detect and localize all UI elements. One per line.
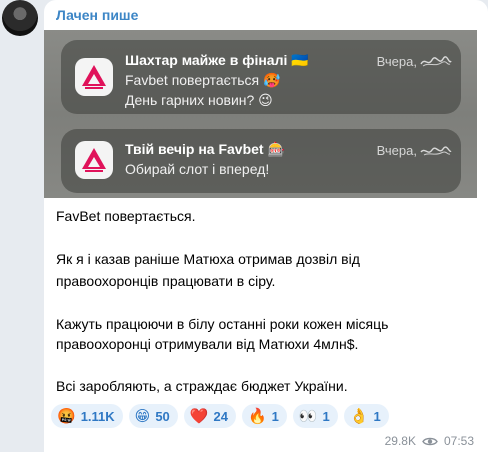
message-text-line: Всі заробляють, а страждає бюджет Україн…	[56, 378, 348, 394]
reaction-fire[interactable]: 🔥 1	[241, 404, 287, 428]
views-count: 29.8K	[384, 434, 416, 448]
reaction-count: 1	[322, 408, 330, 424]
message-photo[interactable]: Шахтар майже в фіналі 🇺🇦 Favbet повертає…	[44, 30, 477, 198]
reaction-heart[interactable]: ❤️ 24	[183, 404, 236, 428]
angry-face-icon: 🤬	[57, 407, 76, 425]
notification-line: Обирай слот і вперед!	[125, 161, 270, 177]
notification-card: Шахтар майже в фіналі 🇺🇦 Favbet повертає…	[61, 40, 461, 114]
notification-card: Твій вечір на Favbet 🎰 Обирай слот і впе…	[61, 129, 461, 193]
message-meta: 29.8K 07:53	[385, 434, 474, 448]
notification-title: Твій вечір на Favbet 🎰	[125, 141, 285, 157]
favbet-app-icon	[75, 141, 113, 179]
reaction-angry[interactable]: 🤬 1.11K	[51, 404, 123, 428]
message-text-line: правоохоронців працювати в сіру.	[56, 273, 276, 289]
favbet-app-icon	[75, 58, 113, 96]
message-text-line: правоохоронці отримували від Матюхи 4млн…	[56, 336, 359, 352]
scribble-redaction	[420, 56, 452, 67]
notification-time: Вчера,	[376, 54, 417, 69]
reaction-eyes[interactable]: 👀 1	[292, 404, 338, 428]
reaction-grin[interactable]: 😁 50	[128, 404, 178, 428]
message-time: 07:53	[443, 434, 474, 448]
message-text-line: Як я і казав раніше Матюха отримав дозві…	[56, 251, 360, 267]
message-text-line: Кажуть працюючи в білу останні роки коже…	[56, 316, 389, 332]
reaction-ok[interactable]: 👌 1	[343, 404, 389, 428]
ok-hand-icon: 👌	[349, 407, 369, 425]
reaction-count: 1.11K	[80, 408, 115, 424]
fire-icon: 🔥	[247, 407, 267, 425]
eyes-icon: 👀	[298, 407, 318, 425]
heart-icon: ❤️	[189, 407, 209, 425]
notification-line: День гарних новин? 😉	[125, 92, 273, 108]
reaction-count: 1	[271, 408, 279, 424]
reaction-count: 50	[155, 408, 170, 424]
message-text-line: FavBet повертається.	[56, 208, 196, 224]
notification-title: Шахтар майже в фіналі 🇺🇦	[125, 52, 309, 68]
reactions-bar: 🤬 1.11K 😁 50 ❤️ 24 🔥 1 👀 1 👌 1	[51, 404, 389, 428]
reaction-count: 1	[373, 408, 381, 424]
grinning-face-icon: 😁	[134, 407, 151, 425]
scribble-redaction	[420, 146, 452, 156]
sender-avatar[interactable]	[2, 0, 38, 36]
notification-line: Favbet повертається 🥵	[125, 72, 281, 88]
sender-name[interactable]: Лачен пише	[56, 7, 138, 23]
notification-time: Вчера,	[376, 143, 417, 158]
eye-icon	[422, 437, 438, 445]
reaction-count: 24	[213, 408, 228, 424]
